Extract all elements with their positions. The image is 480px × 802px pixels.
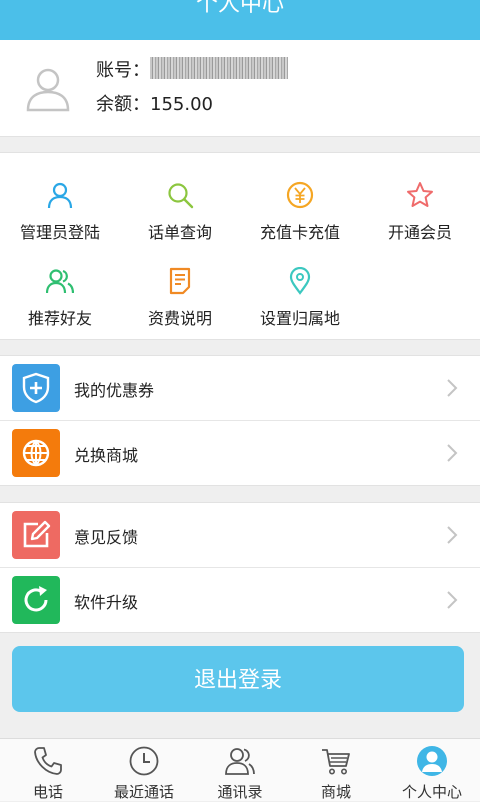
menu-group-2: 意见反馈 软件升级 <box>0 502 480 633</box>
phone-icon <box>34 747 62 775</box>
globe-icon <box>22 439 50 467</box>
logout-button[interactable]: 退出登录 <box>12 646 464 712</box>
menu-item-label: 软件升级 <box>74 593 139 612</box>
clock-icon <box>129 746 159 776</box>
balance-label: 余额： <box>96 94 150 115</box>
edit-icon <box>23 520 51 548</box>
star-icon <box>407 182 433 207</box>
account-line: 账号： <box>96 56 288 82</box>
tab-mall[interactable]: 商城 <box>288 739 384 801</box>
page-title: 个人中心 <box>195 0 284 17</box>
menu-item-label: 意见反馈 <box>74 528 139 547</box>
avatar-icon <box>26 68 70 112</box>
grid-item-call-records[interactable]: 话单查询 <box>120 167 240 247</box>
menu-item-exchange-mall[interactable]: 兑换商城 <box>0 421 480 485</box>
tab-profile[interactable]: 个人中心 <box>384 739 480 801</box>
grid-item-tariff-info[interactable]: 资费说明 <box>120 253 240 333</box>
chevron-right-icon <box>447 444 458 462</box>
chevron-right-icon <box>447 591 458 609</box>
balance-value: 155.00 <box>150 94 213 115</box>
tab-recent-calls[interactable]: 最近通话 <box>96 739 192 801</box>
grid-item-admin-login[interactable]: 管理员登陆 <box>0 167 120 247</box>
contacts-icon <box>225 748 255 775</box>
profile-icon <box>417 746 447 776</box>
users-icon <box>46 269 74 294</box>
menu-item-software-update[interactable]: 软件升级 <box>0 568 480 632</box>
grid-item-refer-friends[interactable]: 推荐好友 <box>0 253 120 333</box>
balance-line: 余额：155.00 <box>96 90 213 116</box>
refresh-icon <box>24 586 48 612</box>
account-number-masked <box>150 57 288 79</box>
menu-group-1: 我的优惠券 兑换商城 <box>0 355 480 486</box>
chevron-right-icon <box>447 379 458 397</box>
search-icon <box>168 183 194 209</box>
bottom-tab-bar: 电话 最近通话 通讯录 商城 个人中心 <box>0 738 480 801</box>
document-icon <box>169 267 191 295</box>
menu-item-label: 我的优惠券 <box>74 381 155 400</box>
menu-item-feedback[interactable]: 意见反馈 <box>0 503 480 567</box>
shield-plus-icon <box>22 372 50 404</box>
tab-contacts[interactable]: 通讯录 <box>192 739 288 801</box>
chevron-right-icon <box>447 526 458 544</box>
grid-item-set-home-location[interactable]: 设置归属地 <box>240 253 360 333</box>
account-label: 账号： <box>96 60 150 81</box>
menu-item-label: 兑换商城 <box>74 446 139 465</box>
user-icon <box>47 182 73 209</box>
grid-item-open-membership[interactable]: 开通会员 <box>360 167 480 247</box>
tab-phone[interactable]: 电话 <box>0 739 96 801</box>
app-header: 个人中心 <box>0 0 480 40</box>
feature-grid: 管理员登陆 话单查询 充值卡充值 开通会员 推荐好友 资费说明 设置归属地 <box>0 152 480 340</box>
menu-item-my-coupons[interactable]: 我的优惠券 <box>0 356 480 420</box>
grid-item-card-recharge[interactable]: 充值卡充值 <box>240 167 360 247</box>
location-pin-icon <box>289 267 311 295</box>
yen-coin-icon <box>286 181 314 209</box>
cart-icon <box>322 749 350 775</box>
account-card: 账号： 余额：155.00 <box>0 40 480 137</box>
